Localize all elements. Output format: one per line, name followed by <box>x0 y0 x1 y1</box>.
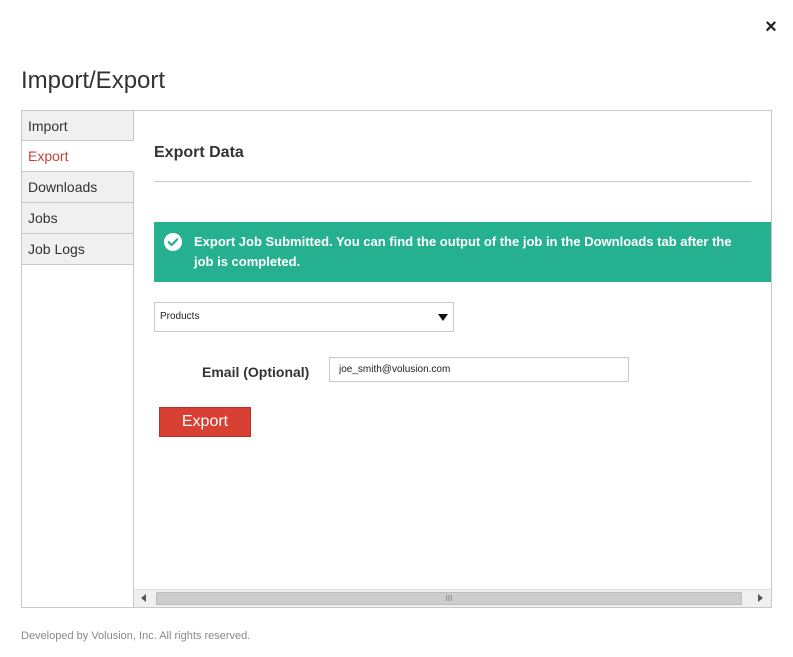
tab-downloads[interactable]: Downloads <box>21 172 134 203</box>
section-title: Export Data <box>154 144 244 161</box>
tab-job-logs[interactable]: Job Logs <box>21 234 134 265</box>
section-divider <box>154 181 751 182</box>
email-field[interactable] <box>329 357 629 382</box>
success-alert: Export Job Submitted. You can find the o… <box>154 222 771 282</box>
email-label: Email (Optional) <box>202 364 310 380</box>
alert-message: Export Job Submitted. You can find the o… <box>194 234 732 269</box>
scroll-right-arrow-icon[interactable] <box>758 594 763 602</box>
export-button[interactable]: Export <box>159 407 251 437</box>
horizontal-scrollbar[interactable]: III <box>134 589 771 607</box>
tab-import[interactable]: Import <box>21 110 134 141</box>
scroll-left-arrow-icon[interactable] <box>141 594 146 602</box>
page-title: Import/Export <box>21 67 166 94</box>
tab-list: Import Export Downloads Jobs Job Logs <box>21 110 134 265</box>
tab-export[interactable]: Export <box>21 141 134 172</box>
footer-text: Developed by Volusion, Inc. All rights r… <box>21 630 251 642</box>
check-circle-icon <box>164 233 182 251</box>
close-icon[interactable]: × <box>762 17 780 37</box>
entity-select-value: Products <box>160 311 200 322</box>
import-export-page: × Import/Export Import Export Downloads … <box>0 0 793 657</box>
scroll-thumb[interactable]: III <box>156 592 742 605</box>
entity-select[interactable]: Products <box>154 302 454 332</box>
caret-down-icon <box>438 314 448 321</box>
tab-jobs[interactable]: Jobs <box>21 203 134 234</box>
